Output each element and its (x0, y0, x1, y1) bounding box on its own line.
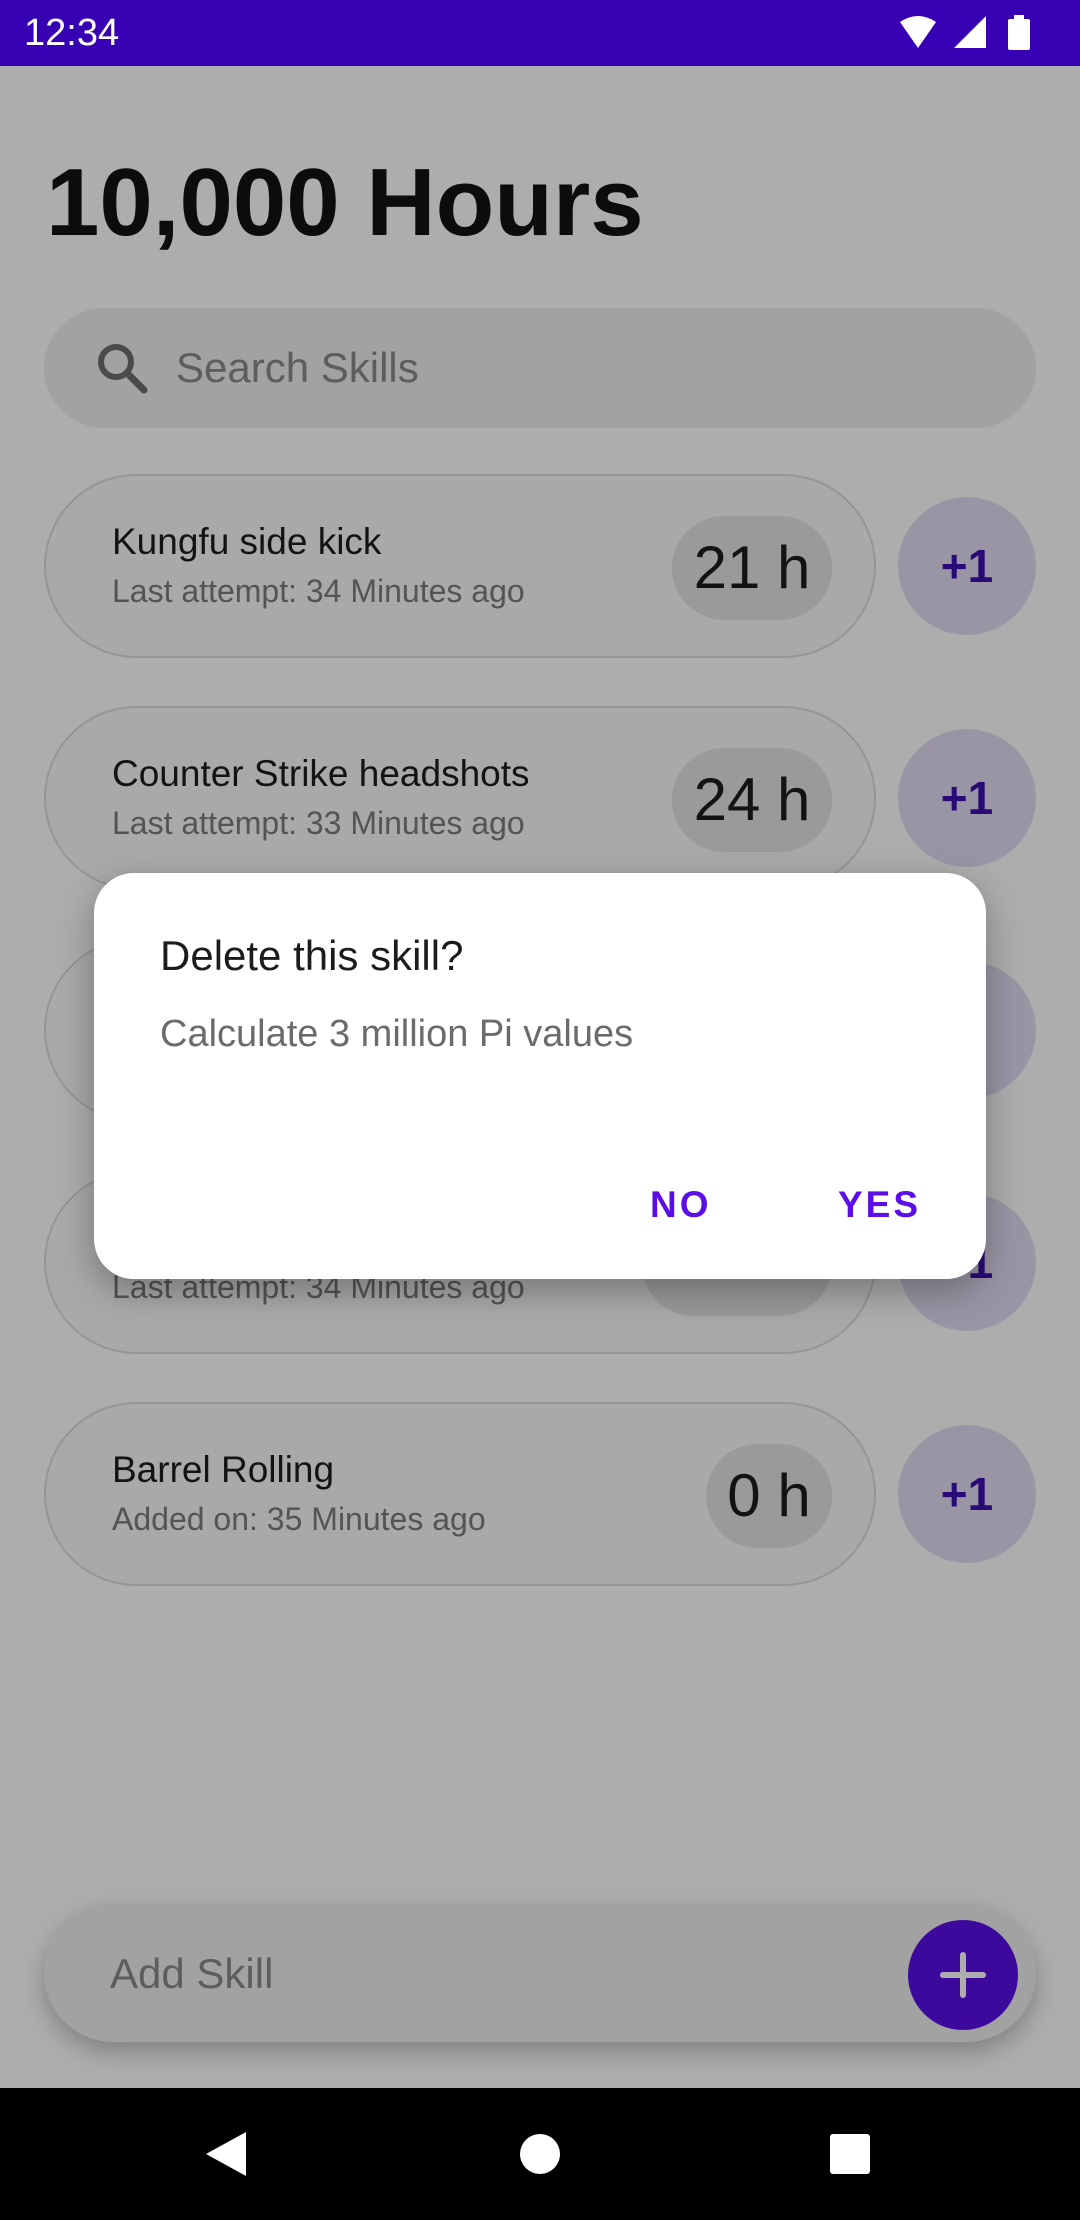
status-bar: 12:34 (0, 0, 1080, 66)
delete-skill-dialog: Delete this skill? Calculate 3 million P… (94, 873, 986, 1279)
navigation-icons (206, 2132, 870, 2176)
battery-icon (1008, 15, 1030, 50)
back-icon[interactable] (206, 2132, 246, 2176)
no-button[interactable]: NO (650, 1183, 712, 1227)
yes-button[interactable]: YES (838, 1183, 921, 1227)
recents-icon[interactable] (830, 2134, 870, 2174)
status-time: 12:34 (24, 12, 120, 54)
navigation-bar (0, 2088, 1080, 2220)
home-icon[interactable] (520, 2134, 560, 2174)
dialog-message: Calculate 3 million Pi values (160, 1013, 634, 1055)
dialog-title: Delete this skill? (160, 932, 464, 979)
cellular-signal-icon (954, 16, 986, 48)
app-screen: 12:34 10,000 Hours Search Skills Kungfu … (0, 0, 1080, 2220)
status-icons (900, 15, 1030, 50)
wifi-icon (900, 16, 936, 48)
